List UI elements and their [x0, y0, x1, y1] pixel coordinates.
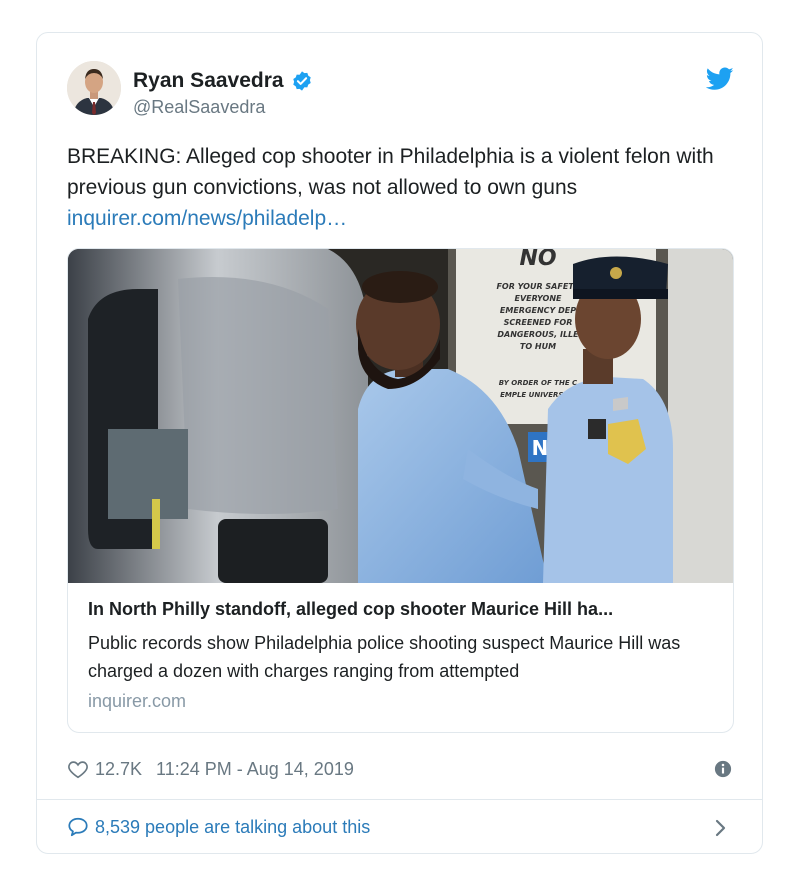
tweet-meta: 12.7K 11:24 PM - Aug 14, 2019	[67, 758, 354, 780]
author-name-row[interactable]: Ryan Saavedra	[133, 69, 313, 93]
author-name[interactable]: Ryan Saavedra	[133, 69, 284, 93]
card-body: In North Philly standoff, alleged cop sh…	[88, 599, 718, 712]
author-handle[interactable]: @RealSaavedra	[133, 97, 313, 118]
card-domain: inquirer.com	[88, 691, 187, 711]
info-icon[interactable]	[714, 760, 732, 778]
tweet-link[interactable]: inquirer.com/news/philadelp…	[67, 207, 347, 230]
talking-link[interactable]: 8,539 people are talking about this	[67, 816, 370, 838]
card-description: Public records show Philadelphia police …	[88, 633, 681, 681]
divider	[37, 799, 762, 800]
sign-line-1: FOR YOUR SAFETY	[496, 282, 580, 291]
tweet-body: BREAKING: Alleged cop shooter in Philade…	[67, 145, 714, 199]
avatar[interactable]	[67, 61, 121, 115]
sign-line-3: EMERGENCY DEP	[500, 306, 576, 315]
sign-heading: NO	[519, 249, 556, 271]
sign-line-4: SCREENED FOR	[504, 318, 573, 327]
chevron-right-icon[interactable]	[714, 818, 728, 838]
talking-count[interactable]: 8,539 people are talking about this	[95, 817, 370, 838]
sign-line-6: TO HUM	[520, 342, 556, 351]
small-sign-text: N	[532, 436, 549, 460]
comment-bubble-icon	[68, 817, 88, 837]
card-photo: NO FOR YOUR SAFETY EVERYONE EMERGENCY DE…	[68, 249, 733, 583]
heart-icon[interactable]	[67, 758, 89, 780]
verified-badge-icon	[292, 71, 311, 91]
sign-line-2: EVERYONE	[514, 294, 562, 303]
sign-line-5: DANGEROUS, ILLE	[497, 330, 579, 339]
embedded-tweet: Ryan Saavedra @RealSaavedra BREAKING: Al…	[36, 32, 763, 854]
tweet-author: Ryan Saavedra @RealSaavedra	[133, 69, 313, 118]
tweet-text: BREAKING: Alleged cop shooter in Philade…	[67, 141, 717, 234]
avatar-image	[67, 61, 121, 115]
tweet-timestamp[interactable]: 11:24 PM - Aug 14, 2019	[156, 759, 354, 780]
link-card[interactable]: NO FOR YOUR SAFETY EVERYONE EMERGENCY DE…	[67, 248, 734, 733]
sign-line-7: BY ORDER OF THE C	[499, 379, 578, 387]
like-count[interactable]: 12.7K	[95, 759, 142, 780]
twitter-bird-icon[interactable]	[706, 67, 734, 91]
card-title[interactable]: In North Philly standoff, alleged cop sh…	[88, 599, 718, 620]
